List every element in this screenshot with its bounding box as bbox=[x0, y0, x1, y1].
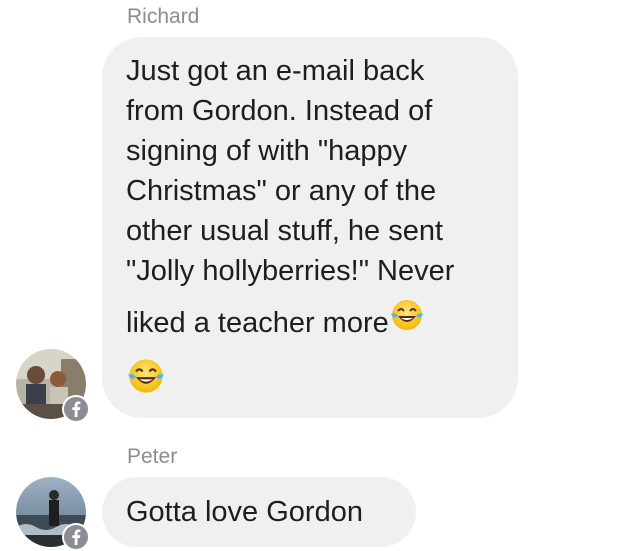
message-line: liked a teacher more bbox=[126, 307, 389, 340]
message-line: signing of with "happy bbox=[126, 135, 408, 167]
message-bubble[interactable]: Gotta love Gordon bbox=[102, 477, 416, 547]
facebook-icon bbox=[62, 523, 90, 551]
message-line-with-emoji: liked a teacher more bbox=[126, 300, 498, 348]
tears-of-joy-emoji bbox=[389, 297, 425, 344]
tears-of-joy-emoji bbox=[126, 356, 498, 407]
sender-name: Richard bbox=[127, 5, 200, 28]
richard-avatar-wrap[interactable] bbox=[16, 349, 90, 423]
peter-avatar-wrap[interactable] bbox=[16, 477, 90, 551]
message-line: Christmas" or any of the bbox=[126, 175, 437, 207]
facebook-icon bbox=[62, 395, 90, 423]
message-line: "Jolly hollyberries!" Never bbox=[126, 255, 455, 287]
message-bubble[interactable]: Just got an e-mail back from Gordon. Ins… bbox=[102, 37, 518, 418]
message-line: other usual stuff, he sent bbox=[126, 215, 444, 247]
message-line: from Gordon. Instead of bbox=[126, 95, 433, 127]
message-line: Gotta love Gordon bbox=[126, 496, 363, 528]
sender-name: Peter bbox=[127, 445, 178, 468]
message-line: Just got an e-mail back bbox=[126, 55, 425, 87]
